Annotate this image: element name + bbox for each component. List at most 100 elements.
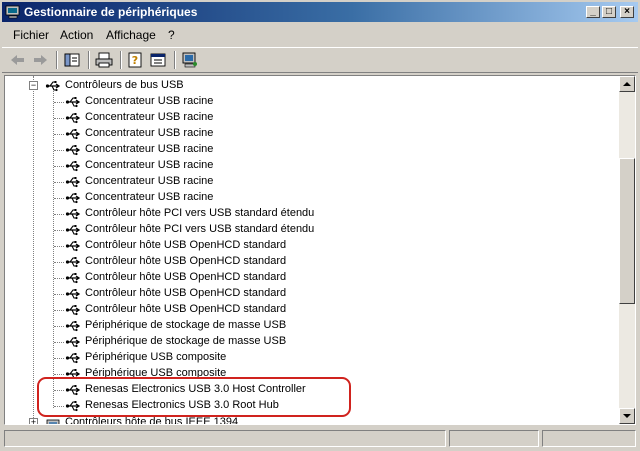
tree-category-ieee1394[interactable]: + Contrôleurs hôte de bus IEEE 1394 xyxy=(5,415,619,424)
help-properties-icon[interactable]: ? xyxy=(126,51,146,69)
svg-text:?: ? xyxy=(132,54,138,67)
toolbar-separator xyxy=(56,51,58,69)
usb-device-item[interactable]: Contrôleur hôte USB OpenHCD standard xyxy=(5,270,619,286)
usb-device-item[interactable]: Contrôleur hôte USB OpenHCD standard xyxy=(5,238,619,254)
usb-device-item[interactable]: Renesas Electronics USB 3.0 Host Control… xyxy=(5,382,619,398)
tree-category-label: Contrôleurs hôte de bus IEEE 1394 xyxy=(65,416,239,424)
usb-device-label: Renesas Electronics USB 3.0 Root Hub xyxy=(85,399,279,411)
usb-icon xyxy=(65,353,81,364)
usb-icon xyxy=(65,161,81,172)
usb-icon xyxy=(45,81,61,92)
usb-device-label: Contrôleur hôte USB OpenHCD standard xyxy=(85,303,287,315)
vertical-scrollbar[interactable] xyxy=(619,76,635,424)
usb-device-label: Contrôleur hôte USB OpenHCD standard xyxy=(85,271,287,283)
arrow-down-icon xyxy=(623,414,631,418)
usb-device-label: Contrôleur hôte USB OpenHCD standard xyxy=(85,287,287,299)
detail-view-icon[interactable] xyxy=(148,51,168,69)
usb-device-item[interactable]: Concentrateur USB racine xyxy=(5,126,619,142)
maximize-button[interactable]: □ xyxy=(602,6,616,18)
usb-device-label: Renesas Electronics USB 3.0 Host Control… xyxy=(85,383,306,395)
tree-branch-line xyxy=(54,374,64,375)
usb-device-item[interactable]: Périphérique de stockage de masse USB xyxy=(5,318,619,334)
scroll-down-button[interactable] xyxy=(619,408,635,424)
usb-icon xyxy=(65,305,81,316)
tree-branch-line xyxy=(54,118,64,119)
tree-branch-line xyxy=(54,342,64,343)
forward-arrow-icon[interactable] xyxy=(30,51,50,69)
tree-branch-line xyxy=(54,182,64,183)
usb-device-item[interactable]: Concentrateur USB racine xyxy=(5,110,619,126)
usb-device-label: Contrôleur hôte USB OpenHCD standard xyxy=(85,239,287,251)
status-panel-tertiary xyxy=(542,430,636,447)
usb-icon xyxy=(65,209,81,220)
scroll-thumb[interactable] xyxy=(619,158,635,304)
usb-device-item[interactable]: Concentrateur USB racine xyxy=(5,158,619,174)
tree-category-usb[interactable]: − Contrôleurs de bus USB xyxy=(5,78,619,94)
usb-device-item[interactable]: Contrôleur hôte PCI vers USB standard ét… xyxy=(5,206,619,222)
usb-device-item[interactable]: Périphérique de stockage de masse USB xyxy=(5,334,619,350)
usb-device-item[interactable]: Périphérique USB composite xyxy=(5,350,619,366)
tree-view-icon[interactable] xyxy=(62,51,82,69)
usb-device-label: Périphérique USB composite xyxy=(85,351,227,363)
usb-device-item[interactable]: Concentrateur USB racine xyxy=(5,174,619,190)
usb-icon xyxy=(65,369,81,380)
usb-icon xyxy=(65,241,81,252)
usb-device-label: Périphérique de stockage de masse USB xyxy=(85,319,287,331)
collapse-toggle[interactable]: − xyxy=(29,81,38,90)
toolbar-separator xyxy=(120,51,122,69)
usb-icon xyxy=(65,321,81,332)
tree-branch-line xyxy=(54,310,64,311)
usb-device-item[interactable]: Contrôleur hôte USB OpenHCD standard xyxy=(5,254,619,270)
status-panel-main xyxy=(4,430,446,447)
expand-toggle[interactable]: + xyxy=(29,418,38,424)
usb-device-item[interactable]: Contrôleur hôte PCI vers USB standard ét… xyxy=(5,222,619,238)
close-button[interactable]: × xyxy=(620,6,634,18)
device-manager-window: Gestionnaire de périphériques _ □ × Fich… xyxy=(0,0,640,451)
menu-help[interactable]: ? xyxy=(168,28,175,42)
usb-device-label: Périphérique USB composite xyxy=(85,367,227,379)
usb-device-item[interactable]: Contrôleur hôte USB OpenHCD standard xyxy=(5,302,619,318)
usb-icon xyxy=(65,97,81,108)
usb-device-item[interactable]: Périphérique USB composite xyxy=(5,366,619,382)
toolbar-separator xyxy=(88,51,90,69)
usb-icon xyxy=(65,113,81,124)
menu-affichage[interactable]: Affichage xyxy=(106,28,156,42)
usb-icon xyxy=(65,289,81,300)
usb-device-item[interactable]: Contrôleur hôte USB OpenHCD standard xyxy=(5,286,619,302)
usb-icon xyxy=(65,129,81,140)
usb-device-item[interactable]: Concentrateur USB racine xyxy=(5,94,619,110)
usb-icon xyxy=(65,177,81,188)
back-arrow-icon[interactable] xyxy=(8,51,28,69)
menu-action[interactable]: Action xyxy=(60,28,93,42)
tree-branch-line xyxy=(54,326,64,327)
tree-branch-line xyxy=(54,262,64,263)
tree-branch-line xyxy=(54,150,64,151)
usb-device-label: Concentrateur USB racine xyxy=(85,127,214,139)
usb-icon xyxy=(65,257,81,268)
tree-branch-line xyxy=(54,230,64,231)
window-title: Gestionnaire de périphériques xyxy=(24,5,198,19)
scroll-up-button[interactable] xyxy=(619,76,635,92)
usb-device-item[interactable]: Concentrateur USB racine xyxy=(5,190,619,206)
ieee1394-icon xyxy=(46,419,60,424)
usb-device-item[interactable]: Concentrateur USB racine xyxy=(5,142,619,158)
minimize-button[interactable]: _ xyxy=(586,6,600,18)
usb-device-label: Concentrateur USB racine xyxy=(85,111,214,123)
usb-device-item[interactable]: Renesas Electronics USB 3.0 Root Hub xyxy=(5,398,619,414)
print-icon[interactable] xyxy=(94,51,114,69)
scan-hardware-icon[interactable] xyxy=(180,51,200,69)
tree-branch-line xyxy=(54,294,64,295)
usb-icon xyxy=(65,145,81,156)
usb-device-label: Contrôleur hôte USB OpenHCD standard xyxy=(85,255,287,267)
tree-branch-line xyxy=(54,166,64,167)
device-tree-pane: − Contrôleurs de bus USB Concentrateur U… xyxy=(4,75,636,425)
computer-icon xyxy=(5,5,20,19)
tree-category-label: Contrôleurs de bus USB xyxy=(65,79,184,91)
arrow-up-icon xyxy=(623,82,631,86)
menu-fichier[interactable]: Fichier xyxy=(13,28,49,42)
tree-branch-line xyxy=(54,278,64,279)
usb-device-label: Contrôleur hôte PCI vers USB standard ét… xyxy=(85,207,315,219)
title-bar[interactable]: Gestionnaire de périphériques _ □ × xyxy=(2,2,638,22)
tree-branch-line xyxy=(54,358,64,359)
usb-device-label: Concentrateur USB racine xyxy=(85,191,214,203)
